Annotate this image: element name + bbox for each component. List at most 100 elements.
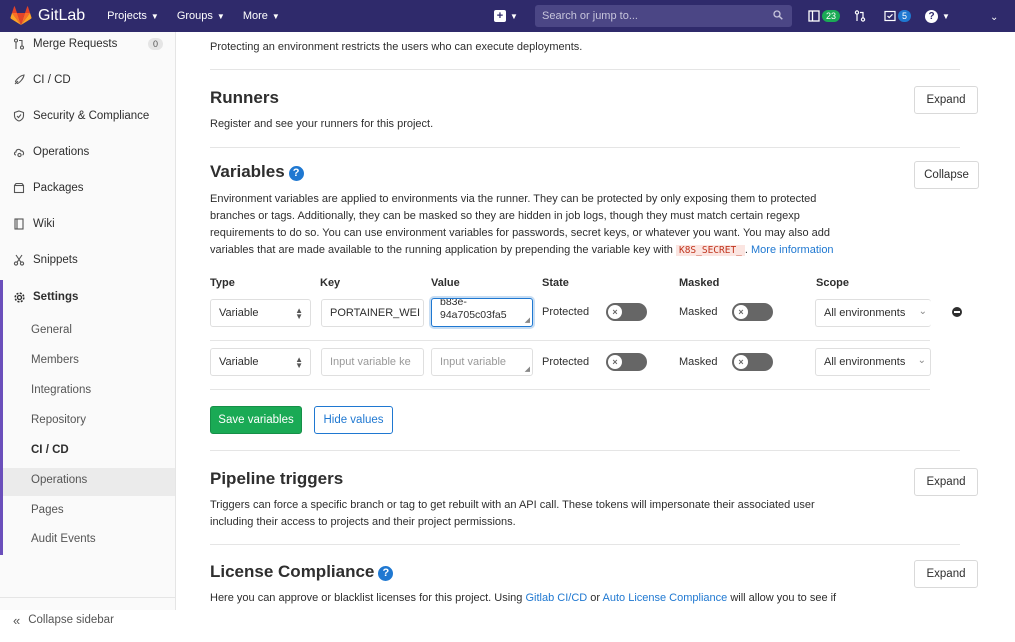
search-input[interactable]: Search or jump to... [535, 5, 792, 27]
more-menu[interactable]: More ▼ [243, 10, 280, 22]
brand-name: GitLab [38, 7, 86, 24]
sidebar-item-merge-requests[interactable]: Merge Requests 0 [0, 32, 175, 56]
license-compliance-title-row: License Compliance? [210, 562, 394, 582]
environment-scope-value: All environments [824, 356, 906, 368]
sidebar-subitem-general[interactable]: General [31, 324, 72, 336]
variables-collapse-button[interactable]: Collapse [914, 161, 979, 189]
resize-handle-icon[interactable]: ◢ [525, 317, 530, 324]
variable-type-value: Variable [219, 307, 259, 319]
variables-desc-line: requirements to do so. You can use envir… [210, 227, 831, 239]
pipeline-triggers-expand-button[interactable]: Expand [914, 468, 978, 496]
user-menu[interactable]: ⌄ [990, 9, 998, 23]
variable-type-select[interactable]: Variable ▲ ▼ [210, 348, 311, 376]
sidebar-item-snippets[interactable]: Snippets [0, 248, 175, 272]
checklist-icon [884, 10, 896, 22]
more-menu-label: More [242, 10, 268, 22]
close-icon: × [734, 355, 748, 369]
environment-scope-dropdown[interactable]: All environments ⌄ [815, 348, 931, 376]
new-dropdown[interactable]: + ▼ [494, 0, 518, 32]
pipeline-triggers-desc-line: Triggers can force a specific branch or … [210, 499, 815, 511]
merge-requests-link[interactable] [854, 10, 866, 22]
help-menu[interactable]: ? ▼ [925, 9, 950, 23]
sidebar-item-security-compliance[interactable]: Security & Compliance [0, 104, 175, 128]
protected-label: Protected [542, 306, 590, 318]
resize-handle-icon[interactable]: ◢ [525, 366, 530, 373]
variable-value-textarea[interactable]: b83e- 94a705c03fa5 ◢ [431, 298, 533, 327]
license-desc-text: Here you can approve or blacklist licens… [210, 592, 523, 604]
sidebar-subitem-pages[interactable]: Pages [31, 504, 64, 516]
help-icon[interactable]: ? [378, 566, 394, 581]
variables-description: Environment variables are applied to env… [210, 191, 890, 259]
book-icon [12, 217, 26, 231]
sidebar-item-operations[interactable]: Operations [0, 140, 175, 164]
gitlab-home-link[interactable]: GitLab [10, 6, 85, 26]
masked-label: Masked [679, 306, 718, 318]
sidebar-subitem-repository[interactable]: Repository [31, 414, 86, 426]
variable-key-input[interactable]: Input variable ke [321, 348, 424, 376]
runners-expand-button[interactable]: Expand [914, 86, 978, 114]
merge-request-icon [12, 37, 26, 51]
sidebar-subitem-ci-cd[interactable]: CI / CD [31, 444, 69, 456]
key-column-header: Key [320, 277, 341, 289]
variable-type-select[interactable]: Variable ▲ ▼ [210, 299, 311, 327]
close-icon: × [734, 305, 748, 319]
protected-toggle[interactable]: × [606, 353, 647, 371]
collapse-sidebar-button[interactable]: « Collapse sidebar [0, 597, 175, 642]
sidebar-subitem-audit-events[interactable]: Audit Events [31, 533, 96, 545]
protected-toggle[interactable]: × [606, 303, 647, 321]
sidebar-panel-icon [808, 10, 820, 22]
sidebar-item-packages[interactable]: Packages [0, 176, 175, 200]
sidebar-item-wiki[interactable]: Wiki [0, 212, 175, 236]
project-sidebar: Merge Requests 0 CI / CD Security & Comp… [0, 32, 176, 628]
protected-label: Protected [542, 356, 590, 368]
environment-scope-dropdown[interactable]: All environments ⌄ [815, 299, 931, 327]
projects-menu[interactable]: Projects ▼ [107, 10, 159, 22]
projects-menu-label: Projects [107, 10, 147, 22]
close-icon: × [608, 355, 622, 369]
sidebar-subitem-operations[interactable]: Operations [31, 474, 87, 486]
row-divider [210, 340, 930, 341]
gitlab-logo-icon [10, 6, 32, 25]
groups-menu[interactable]: Groups ▼ [177, 10, 225, 22]
type-column-header: Type [210, 277, 235, 289]
issues-link[interactable]: 5 [884, 10, 912, 22]
gitlab-ci-cd-link[interactable]: Gitlab CI/CD [525, 592, 587, 604]
hide-values-button[interactable]: Hide values [314, 406, 393, 434]
sidebar-item-ci-cd[interactable]: CI / CD [0, 68, 175, 92]
masked-toggle[interactable]: × [732, 303, 773, 321]
sidebar-subitem-integrations[interactable]: Integrations [31, 384, 91, 396]
license-compliance-description: Here you can approve or blacklist licens… [210, 590, 910, 607]
chevron-down-icon: ▼ [510, 11, 518, 21]
license-compliance-expand-button[interactable]: Expand [914, 560, 978, 588]
sidebar-item-label: Operations [33, 146, 90, 158]
license-desc-text: will allow you to see if [730, 592, 837, 604]
variable-type-value: Variable [219, 356, 259, 368]
variable-key-placeholder: Input variable ke [330, 356, 411, 368]
sidebar-item-settings[interactable]: Settings [0, 285, 175, 309]
sidebar-item-label: Merge Requests [33, 38, 118, 50]
help-icon[interactable]: ? [288, 166, 304, 181]
variable-value-textarea[interactable]: Input variable ◢ [431, 348, 533, 376]
variable-key-input[interactable]: PORTAINER_WEI [321, 299, 424, 327]
variables-title-row: Variables? [210, 162, 304, 182]
more-information-link[interactable]: More information [751, 244, 834, 256]
todos-link[interactable]: 23 [808, 10, 841, 22]
chevron-down-icon: ⌄ [989, 12, 999, 23]
save-variables-button[interactable]: Save variables [210, 406, 302, 434]
remove-variable-icon[interactable] [952, 307, 962, 317]
sidebar-subitem-members[interactable]: Members [31, 354, 79, 366]
masked-label: Masked [679, 356, 718, 368]
variable-value-line: 94a705c03fa5 [440, 309, 507, 321]
chevron-down-icon: ▼ [271, 11, 280, 21]
auto-license-compliance-link[interactable]: Auto License Compliance [603, 592, 728, 604]
merge-request-icon [854, 10, 866, 22]
section-divider [210, 147, 960, 148]
select-arrows-icon: ▲ ▼ [295, 306, 303, 321]
masked-toggle[interactable]: × [732, 353, 773, 371]
merge-request-count-badge: 0 [148, 38, 164, 50]
scissors-icon [12, 253, 26, 267]
row-divider [210, 389, 930, 390]
section-divider [210, 450, 960, 451]
shield-icon [12, 109, 26, 123]
variables-desc-line: branches or tags. Additionally, they can… [210, 210, 800, 222]
